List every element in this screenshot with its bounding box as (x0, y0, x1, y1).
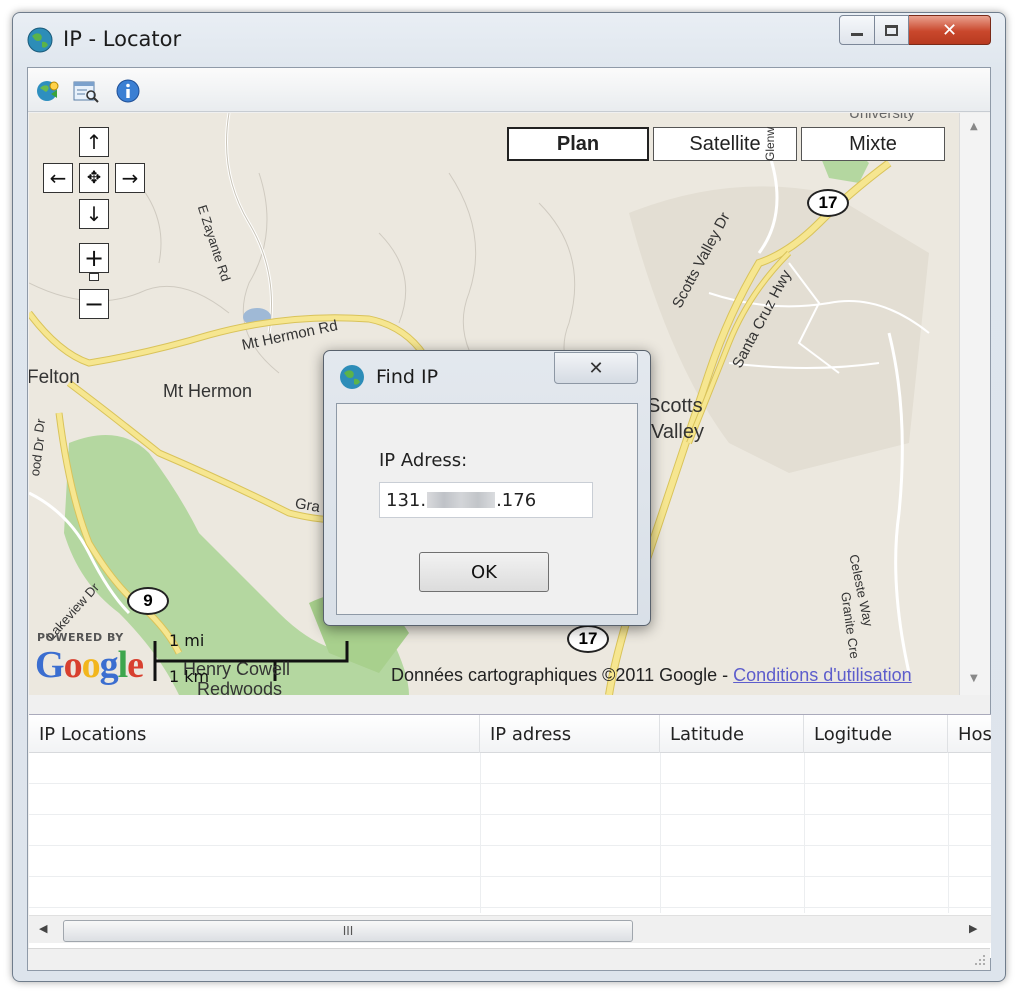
status-bar (28, 948, 990, 970)
close-button[interactable]: ✕ (909, 15, 991, 45)
col-hos[interactable]: Hos (948, 715, 991, 753)
scroll-thumb[interactable]: III (63, 920, 633, 942)
road-dr: Dr (31, 417, 49, 434)
table-row[interactable] (29, 784, 991, 815)
maximize-button[interactable] (875, 15, 909, 45)
hwy9-shield: 9 (127, 587, 169, 615)
info-icon[interactable] (114, 77, 142, 105)
place-valley: Valley (651, 421, 704, 443)
zoom-slider-handle[interactable] (89, 273, 99, 281)
map-type-plan[interactable]: Plan (507, 127, 649, 161)
terms-link[interactable]: Conditions d'utilisation (733, 665, 912, 685)
column-divider (804, 753, 805, 913)
dialog-title: Find IP (376, 366, 439, 388)
find-ip-icon[interactable] (72, 77, 100, 105)
pan-left-button[interactable]: ← (43, 163, 73, 193)
place-felton: Felton (29, 367, 80, 388)
col-logitude[interactable]: Logitude (804, 715, 948, 753)
place-redwoods: Redwoods (197, 679, 283, 695)
hwy17-shield-top: 17 (807, 189, 849, 217)
table-row[interactable] (29, 815, 991, 846)
title-bar[interactable]: IP - Locator ✕ (13, 13, 1005, 63)
column-divider (660, 753, 661, 913)
table-row[interactable] (29, 753, 991, 784)
window-title: IP - Locator (63, 27, 182, 51)
globe-icon (27, 27, 53, 53)
ip-address-input[interactable]: 131. .176 (379, 482, 593, 518)
hwy17-shield-bottom: 17 (567, 625, 609, 653)
scroll-right-icon[interactable]: ▶ (969, 922, 977, 935)
map-type-mixte[interactable]: Mixte (801, 127, 945, 161)
dialog-body: IP Adress: 131. .176 OK (336, 403, 638, 615)
place-university: University (849, 113, 915, 122)
grid-horizontal-scrollbar[interactable]: ◀ III ▶ (29, 915, 991, 943)
locate-icon[interactable] (34, 77, 62, 105)
scroll-up-icon[interactable]: ▲ (970, 121, 978, 132)
col-ip-locations[interactable]: IP Locations (29, 715, 480, 753)
grid-header: IP Locations IP adress Latitude Logitude… (29, 715, 991, 753)
col-latitude[interactable]: Latitude (660, 715, 804, 753)
find-ip-dialog: Find IP ✕ IP Adress: 131. .176 OK (323, 350, 651, 626)
resize-grip-icon[interactable] (974, 954, 986, 966)
map-copyright: Données cartographiques ©2011 Google - C… (391, 665, 912, 686)
window-controls: ✕ (839, 15, 991, 49)
pan-right-button[interactable]: → (115, 163, 145, 193)
pan-up-button[interactable]: ↑ (79, 127, 109, 157)
zoom-out-button[interactable]: − (79, 289, 109, 319)
minimize-button[interactable] (839, 15, 875, 45)
maximize-icon (885, 24, 898, 36)
toolbar (28, 68, 990, 112)
place-scotts: Scotts (647, 395, 703, 417)
close-icon: ✕ (588, 357, 604, 379)
road-glenwood: Glenw (763, 126, 777, 161)
scale-miles: 1 mi (169, 631, 205, 650)
minimize-icon (851, 32, 863, 36)
dialog-close-button[interactable]: ✕ (554, 352, 638, 384)
ok-button[interactable]: OK (419, 552, 549, 592)
scale-kilometers: 1 km (169, 667, 210, 686)
ip-suffix: .176 (496, 489, 537, 511)
ip-locations-grid: IP Locations IP adress Latitude Logitude… (29, 714, 991, 958)
col-ip-adress[interactable]: IP adress (480, 715, 660, 753)
copyright-text: Données cartographiques ©2011 Google - (391, 665, 734, 685)
ip-address-label: IP Adress: (379, 450, 468, 471)
table-row[interactable] (29, 846, 991, 877)
ip-prefix: 131. (386, 489, 427, 511)
place-mt-hermon: Mt Hermon (163, 381, 253, 401)
redacted-ip-segment (427, 492, 496, 508)
close-icon: ✕ (941, 19, 958, 41)
scroll-left-icon[interactable]: ◀ (39, 922, 47, 935)
scroll-down-icon[interactable]: ▼ (970, 673, 978, 684)
table-row[interactable] (29, 877, 991, 908)
globe-icon (340, 365, 364, 389)
map-vertical-scrollbar[interactable]: ▲ ▼ (959, 113, 990, 695)
google-logo: Google (35, 644, 144, 686)
zoom-in-button[interactable]: + (79, 243, 109, 273)
column-divider (480, 753, 481, 913)
pan-down-button[interactable]: ↓ (79, 199, 109, 229)
pan-center-button[interactable]: ✥ (79, 163, 109, 193)
column-divider (948, 753, 949, 913)
